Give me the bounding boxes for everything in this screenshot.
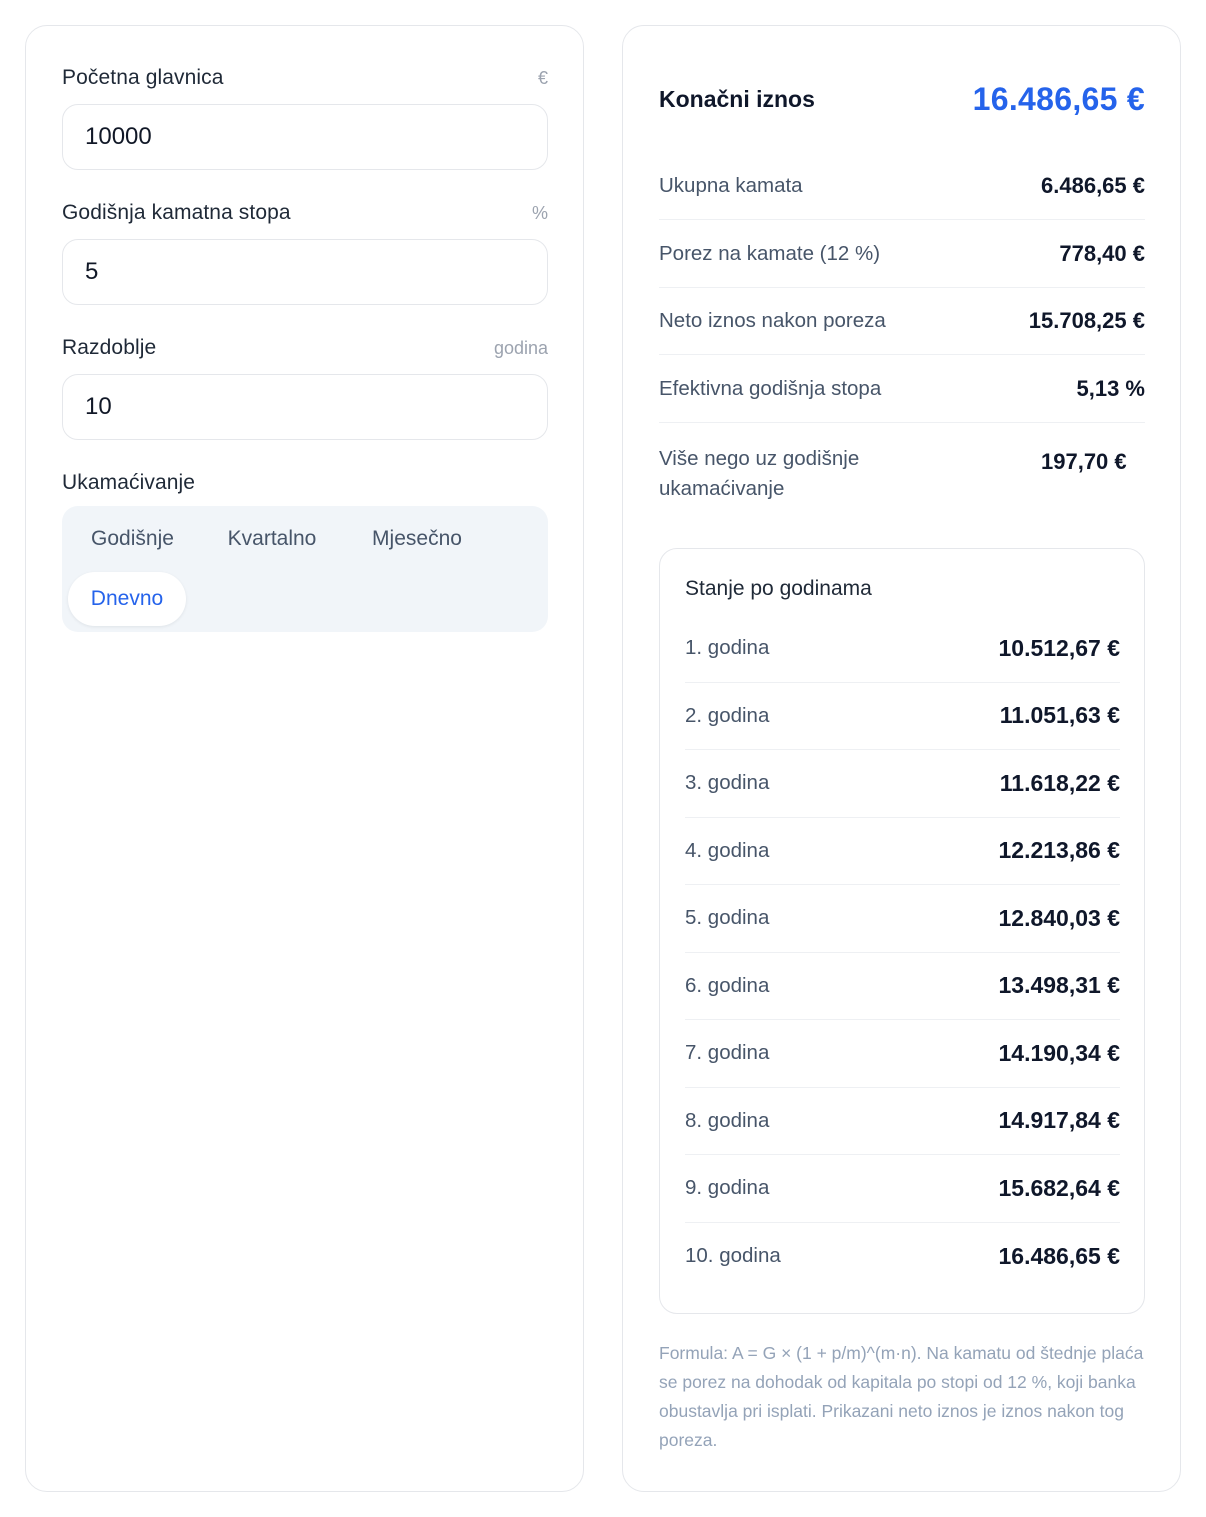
year-label: 6. godina (685, 973, 770, 997)
stat-row-total-interest: Ukupna kamata 6.486,65 € (659, 152, 1145, 220)
period-unit: godina (493, 338, 548, 358)
table-row: 8. godina 14.917,84 € (685, 1088, 1120, 1155)
calculator-form-card: Početna glavnica € 10000 Godišnja kamatn… (25, 25, 584, 1492)
year-label: 8. godina (685, 1108, 770, 1132)
stat-row-gain-vs-yearly: Više nego uz godišnje ukamaćivanje 197,7… (659, 424, 1145, 512)
compounding-label: Ukamaćivanje (62, 471, 196, 494)
period-field: Razdoblje godina 10 (62, 336, 548, 440)
year-value: 15.682,64 € (998, 1174, 1120, 1201)
table-row: 1. godina 10.512,67 € (685, 615, 1120, 683)
table-row: 3. godina 11.618,22 € (685, 750, 1120, 818)
formula-note: Formula: A = G × (1 + p/m)^(m·n). Na kam… (659, 1343, 1144, 1450)
year-value: 14.917,84 € (998, 1107, 1120, 1134)
stat-label: Efektivna godišnja stopa (659, 376, 882, 400)
stat-value: 6.486,65 € (1041, 172, 1145, 198)
stat-value: 15.708,25 € (1028, 307, 1145, 333)
year-value: 16.486,65 € (998, 1242, 1120, 1269)
year-value: 11.051,63 € (999, 702, 1120, 729)
compounding-option-daily[interactable]: Dnevno (68, 572, 186, 626)
stat-label: Ukupna kamata (659, 173, 803, 197)
year-label: 3. godina (685, 771, 770, 795)
results-card: Konačni iznos 16.486,65 € Ukupna kamata … (622, 25, 1181, 1492)
table-row: 4. godina 12.213,86 € (685, 818, 1120, 885)
table-row: 5. godina 12.840,03 € (685, 885, 1120, 953)
stat-row-effective-rate: Efektivna godišnja stopa 5,13 % (659, 355, 1145, 423)
year-label: 9. godina (685, 1176, 770, 1200)
rate-input[interactable]: 5 (62, 239, 548, 305)
year-value: 13.498,31 € (998, 972, 1120, 999)
final-amount-label: Konačni iznos (659, 85, 815, 112)
rate-label: Godišnja kamatna stopa (62, 201, 291, 224)
stat-row-net-amount: Neto iznos nakon poreza 15.708,25 € (659, 287, 1145, 355)
table-row: 7. godina 14.190,34 € (685, 1020, 1120, 1088)
stat-value: 197,70 € (1041, 449, 1127, 474)
final-amount-row: Konačni iznos 16.486,65 € (659, 72, 1145, 126)
stat-value: 778,40 € (1059, 240, 1145, 266)
stat-value: 5,13 % (1076, 375, 1146, 401)
stat-row-interest-tax: Porez na kamate (12 %) 778,40 € (659, 220, 1145, 288)
table-row: 9. godina 15.682,64 € (685, 1155, 1120, 1223)
stat-label: Porez na kamate (12 %) (659, 241, 881, 265)
year-label: 2. godina (685, 703, 770, 727)
yearly-balance-table: Stanje po godinama 1. godina 10.512,67 €… (659, 548, 1145, 1314)
compounding-option-yearly[interactable]: Godišnje (68, 512, 197, 566)
table-row: 10. godina 16.486,65 € (685, 1223, 1120, 1291)
stat-label: Neto iznos nakon poreza (659, 308, 886, 332)
year-value: 10.512,67 € (998, 634, 1120, 661)
year-value: 12.840,03 € (998, 904, 1120, 931)
year-value: 12.213,86 € (998, 837, 1120, 864)
rate-unit: % (531, 203, 548, 223)
year-value: 14.190,34 € (998, 1039, 1120, 1066)
final-amount-value: 16.486,65 € (972, 80, 1145, 117)
table-row: 6. godina 13.498,31 € (685, 953, 1120, 1020)
year-label: 1. godina (685, 636, 770, 660)
year-label: 7. godina (685, 1041, 770, 1065)
year-label: 10. godina (685, 1244, 781, 1268)
principal-input[interactable]: 10000 (62, 104, 548, 170)
compounding-field: Ukamaćivanje (62, 471, 548, 497)
rate-field: Godišnja kamatna stopa % 5 (62, 201, 548, 305)
principal-label: Početna glavnica (62, 66, 224, 89)
table-row: 2. godina 11.051,63 € (685, 683, 1120, 750)
period-label: Razdoblje (62, 336, 157, 359)
principal-field: Početna glavnica € 10000 (62, 66, 548, 170)
compounding-segmented-control: Godišnje Kvartalno Mjesečno Dnevno (62, 506, 548, 632)
principal-unit: € (537, 68, 548, 88)
year-value: 11.618,22 € (999, 769, 1120, 796)
year-label: 5. godina (685, 906, 770, 930)
compounding-option-monthly[interactable]: Mjesečno (347, 512, 487, 566)
compounding-option-quarterly[interactable]: Kvartalno (207, 512, 337, 566)
period-input[interactable]: 10 (62, 374, 548, 440)
yearly-balance-title: Stanje po godinama (685, 577, 872, 600)
stat-label: Više nego uz godišnje ukamaćivanje (659, 447, 860, 500)
year-label: 4. godina (685, 838, 770, 862)
